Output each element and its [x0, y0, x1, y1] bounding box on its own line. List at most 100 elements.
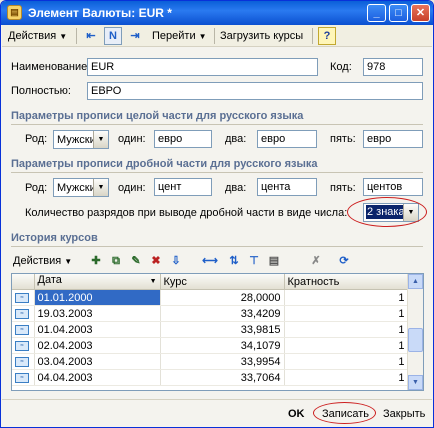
column-header-rate[interactable]: Курс [160, 274, 285, 290]
row-rate[interactable]: 33,7064 [160, 369, 285, 386]
table-row[interactable]: ≈ 01.01.2000 28,0000 1 [12, 289, 409, 306]
scroll-down-icon[interactable]: ▼ [408, 375, 423, 390]
close-button[interactable]: Закрыть [383, 406, 425, 422]
clear-filter-icon[interactable]: ✗ [307, 252, 325, 270]
code-label: Код: [330, 61, 352, 73]
code-input[interactable]: 978 [363, 58, 423, 76]
structure-icon[interactable]: N [104, 27, 122, 45]
fraction-five-input[interactable]: центов [363, 178, 423, 196]
delete-row-icon[interactable]: ✖ [147, 252, 165, 270]
sort-desc-icon: ▼ [149, 278, 157, 285]
refresh-icon[interactable]: ⟳ [335, 252, 353, 270]
ok-button[interactable]: OK [288, 406, 305, 422]
footer-bar: OK Записать Закрыть [2, 399, 432, 427]
minimize-button[interactable]: _ [367, 4, 386, 22]
row-multiplicity[interactable]: 1 [284, 369, 409, 386]
copy-row-icon[interactable]: ⧉ [107, 252, 125, 270]
integer-two-input[interactable]: евро [257, 130, 317, 148]
integer-gender-value: Мужски [57, 134, 96, 146]
fraction-digits-select[interactable]: 2 знака ▼ [363, 203, 419, 222]
save-button[interactable]: Записать [322, 406, 369, 422]
row-multiplicity[interactable]: 1 [284, 337, 409, 354]
forward-arrow-icon[interactable]: ⇥ [126, 27, 144, 45]
row-rate[interactable]: 34,1079 [160, 337, 285, 354]
row-date[interactable]: 01.01.2000 [34, 289, 161, 306]
window-title: Элемент Валюты: EUR * [28, 6, 172, 20]
table-row[interactable]: ≈ 03.04.2003 33,9954 1 [12, 353, 409, 370]
full-name-input[interactable]: ЕВРО [87, 82, 423, 100]
fraction-five-label: пять: [330, 182, 356, 194]
document-icon: ▤ [7, 5, 22, 20]
integer-gender-select[interactable]: Мужски ▼ [53, 130, 109, 149]
rates-history-table: Дата ▼ Курс Кратность ≈ 01.01.2000 28,000… [11, 273, 424, 391]
row-multiplicity[interactable]: 1 [284, 353, 409, 370]
edit-row-icon[interactable]: ✎ [127, 252, 145, 270]
row-rate[interactable]: 33,9954 [160, 353, 285, 370]
column-width-icon[interactable]: ⟷ [201, 252, 219, 270]
record-icon: ≈ [15, 356, 29, 367]
actions-menu[interactable]: Действия ▼ [8, 28, 67, 44]
row-multiplicity[interactable]: 1 [284, 321, 409, 338]
main-toolbar: Действия ▼ ⇤ N ⇥ Перейти ▼ Загрузить курсы… [2, 25, 432, 47]
fraction-gender-select[interactable]: Мужски ▼ [53, 178, 109, 197]
integer-five-input[interactable]: евро [363, 130, 423, 148]
table-row[interactable]: ≈ 02.04.2003 34,1079 1 [12, 337, 409, 354]
caret-down-icon: ▼ [64, 257, 73, 266]
maximize-button[interactable]: □ [389, 4, 408, 22]
scroll-up-icon[interactable]: ▲ [408, 274, 423, 289]
integer-five-label: пять: [330, 133, 356, 145]
name-input[interactable]: EUR [87, 58, 318, 76]
back-arrow-icon[interactable]: ⇤ [82, 27, 100, 45]
row-multiplicity[interactable]: 1 [284, 305, 409, 322]
chevron-down-icon[interactable]: ▼ [93, 179, 108, 196]
table-row[interactable]: ≈ 19.03.2003 33,4209 1 [12, 305, 409, 322]
section-divider [11, 124, 423, 125]
close-window-button[interactable]: ✕ [411, 4, 430, 22]
row-rate[interactable]: 33,9815 [160, 321, 285, 338]
row-date[interactable]: 04.04.2003 [34, 369, 161, 386]
row-date[interactable]: 02.04.2003 [34, 337, 161, 354]
chevron-down-icon[interactable]: ▼ [93, 131, 108, 148]
fraction-digits-value: 2 знака [366, 205, 406, 219]
table-row[interactable]: ≈ 01.04.2003 33,9815 1 [12, 321, 409, 338]
history-actions-menu[interactable]: Действия ▼ [13, 253, 72, 269]
row-rate[interactable]: 28,0000 [160, 289, 285, 306]
add-row-icon[interactable]: ✚ [87, 252, 105, 270]
vertical-scrollbar[interactable]: ▲ ▼ [407, 274, 423, 390]
fraction-digits-label: Количество разрядов при выводе дробной ч… [25, 207, 348, 219]
filter-icon[interactable]: ⊤ [245, 252, 263, 270]
fraction-one-input[interactable]: цент [154, 178, 212, 196]
currency-element-window: ▤ Элемент Валюты: EUR * _ □ ✕ Действия ▼ … [0, 0, 434, 428]
column-header-date-label: Дата [37, 274, 62, 286]
fraction-section-title: Параметры прописи дробной части для русс… [11, 158, 318, 170]
integer-two-label: два: [225, 133, 247, 145]
column-header-date[interactable]: Дата ▼ [34, 274, 161, 290]
row-date[interactable]: 01.04.2003 [34, 321, 161, 338]
fraction-gender-label: Род: [25, 182, 48, 194]
chevron-down-icon[interactable]: ▼ [403, 204, 418, 221]
table-header-row: Дата ▼ Курс Кратность [12, 274, 409, 290]
actions-menu-label: Действия [8, 30, 57, 42]
row-multiplicity[interactable]: 1 [284, 289, 409, 306]
title-bar: ▤ Элемент Валюты: EUR * _ □ ✕ [1, 1, 433, 25]
sort-icon[interactable]: ⇅ [225, 252, 243, 270]
row-rate[interactable]: 33,4209 [160, 305, 285, 322]
load-rates-button[interactable]: Загрузить курсы [220, 28, 303, 44]
toolbar-separator [76, 28, 77, 44]
goto-menu[interactable]: Перейти ▼ [152, 28, 207, 44]
integer-one-input[interactable]: евро [154, 130, 212, 148]
row-date[interactable]: 03.04.2003 [34, 353, 161, 370]
row-date[interactable]: 19.03.2003 [34, 305, 161, 322]
column-header-multiplicity[interactable]: Кратность [284, 274, 409, 290]
caret-down-icon: ▼ [198, 32, 207, 41]
record-icon: ≈ [15, 292, 29, 303]
settings-icon[interactable]: ▤ [265, 252, 283, 270]
fraction-two-input[interactable]: цента [257, 178, 317, 196]
scroll-thumb[interactable] [408, 328, 423, 352]
fraction-gender-value: Мужски [57, 182, 96, 194]
table-row[interactable]: ≈ 04.04.2003 33,7064 1 [12, 369, 409, 386]
toolbar-separator [214, 28, 215, 44]
integer-section-title: Параметры прописи целой части для русско… [11, 110, 304, 122]
help-icon[interactable]: ? [318, 27, 336, 45]
move-down-icon[interactable]: ⇩ [167, 252, 185, 270]
